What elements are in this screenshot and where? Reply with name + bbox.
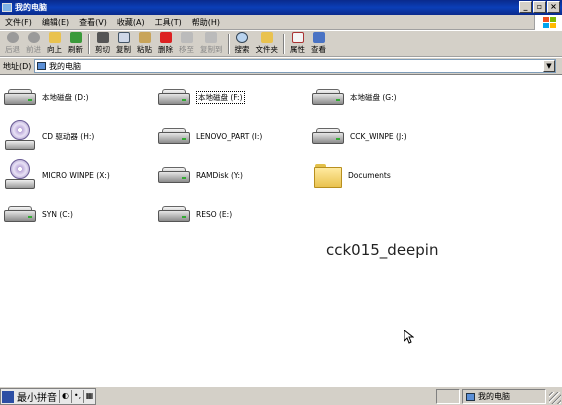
my-computer-icon — [2, 3, 12, 12]
menu-favorites[interactable]: 收藏(A) — [112, 17, 150, 28]
delete-x-icon — [159, 32, 172, 43]
up-button[interactable]: 向上 — [44, 32, 65, 56]
cd-drive-icon — [4, 120, 36, 152]
refresh-icon — [69, 32, 82, 43]
back-button[interactable]: 后退 — [2, 32, 23, 56]
up-folder-icon — [48, 32, 61, 43]
scissors-icon — [96, 32, 109, 43]
drive-item[interactable]: CCK_WINPE (J:) — [312, 120, 407, 152]
hard-drive-icon — [4, 206, 36, 222]
ime-name: 最小拼音 — [17, 393, 57, 404]
folder-icon — [314, 162, 342, 188]
cut-button[interactable]: 剪切 — [92, 32, 113, 56]
hard-drive-icon — [158, 206, 190, 222]
properties-icon — [291, 32, 304, 43]
copy-to-button[interactable]: 复制到 — [197, 32, 226, 56]
title-bar[interactable]: 我的电脑 _ ▫ × — [0, 0, 562, 15]
watermark-text: cck015_deepin — [326, 241, 439, 259]
menu-help[interactable]: 帮助(H) — [187, 17, 225, 28]
toolbar-separator — [283, 33, 285, 54]
minimize-button[interactable]: _ — [519, 1, 532, 13]
drive-item[interactable]: 本地磁盘 (D:) — [4, 81, 89, 113]
folder-item[interactable]: Documents — [314, 159, 391, 191]
restore-button[interactable]: ▫ — [533, 1, 546, 13]
menu-bar: 文件(F) 编辑(E) 查看(V) 收藏(A) 工具(T) 帮助(H) — [0, 15, 562, 30]
drive-item[interactable]: 本地磁盘 (F:) — [158, 81, 245, 113]
hard-drive-icon — [158, 167, 190, 183]
move-to-icon — [180, 32, 193, 43]
delete-button[interactable]: 删除 — [155, 32, 176, 56]
move-to-button[interactable]: 移至 — [176, 32, 197, 56]
chevron-down-icon[interactable]: ▼ — [543, 60, 555, 72]
back-arrow-icon — [6, 32, 19, 43]
folders-button[interactable]: 文件夹 — [253, 32, 282, 56]
drive-item[interactable]: 本地磁盘 (G:) — [312, 81, 397, 113]
forward-button[interactable]: 前进 — [23, 32, 44, 56]
my-computer-icon — [466, 392, 475, 401]
address-label: 地址(D) — [3, 61, 32, 71]
forward-arrow-icon — [27, 32, 40, 43]
hard-drive-icon — [158, 128, 190, 144]
copy-button[interactable]: 复制 — [113, 32, 134, 56]
status-bar: 最小拼音 ◐ •, ▦ 我的电脑 — [0, 386, 562, 405]
views-button[interactable]: 查看 — [308, 32, 329, 56]
cd-drive-icon — [4, 159, 36, 191]
drive-item[interactable]: SYN (C:) — [4, 198, 73, 230]
punctuation-icon[interactable]: •, — [71, 390, 83, 403]
cd-drive-item[interactable]: CD 驱动器 (H:) — [4, 120, 94, 152]
address-input[interactable]: 我的电脑 ▼ — [34, 59, 556, 73]
drive-item[interactable]: RESO (E:) — [158, 198, 232, 230]
copy-icon — [117, 32, 130, 43]
toolbar-separator — [88, 33, 90, 54]
status-location: 我的电脑 — [478, 392, 510, 401]
drive-item[interactable]: RAMDisk (Y:) — [158, 159, 243, 191]
file-view[interactable]: 本地磁盘 (D:) 本地磁盘 (F:) 本地磁盘 (G:) CD 驱动器 (H:… — [0, 76, 562, 386]
status-location-panel: 我的电脑 — [462, 389, 546, 404]
windows-logo-icon — [534, 15, 562, 30]
hard-drive-icon — [312, 89, 344, 105]
paste-clipboard-icon — [138, 32, 151, 43]
cd-drive-item[interactable]: MICRO WINPE (X:) — [4, 159, 110, 191]
resize-grip[interactable] — [549, 392, 561, 404]
folder-icon — [260, 32, 273, 43]
window-title: 我的电脑 — [15, 3, 47, 12]
copy-to-icon — [205, 32, 218, 43]
search-icon — [236, 32, 248, 43]
menu-file[interactable]: 文件(F) — [0, 17, 37, 28]
close-button[interactable]: × — [547, 1, 560, 13]
toolbar-separator — [227, 33, 230, 54]
menu-edit[interactable]: 编辑(E) — [37, 17, 74, 28]
status-panel — [436, 389, 460, 404]
ime-bar[interactable]: 最小拼音 ◐ •, ▦ — [0, 388, 96, 405]
toolbar: 后退 前进 向上 刷新 剪切 复制 粘贴 删除 移至 复制到 搜索 文件夹 属性… — [0, 31, 562, 57]
half-width-moon-icon[interactable]: ◐ — [59, 390, 71, 403]
my-computer-icon — [37, 62, 46, 70]
hard-drive-icon — [158, 89, 190, 105]
menu-view[interactable]: 查看(V) — [74, 17, 112, 28]
properties-button[interactable]: 属性 — [287, 32, 308, 56]
hard-drive-icon — [312, 128, 344, 144]
menu-tools[interactable]: 工具(T) — [150, 17, 187, 28]
views-grid-icon — [312, 32, 325, 43]
ime-logo-icon — [2, 390, 14, 403]
soft-keyboard-icon[interactable]: ▦ — [83, 390, 95, 403]
refresh-button[interactable]: 刷新 — [65, 32, 86, 56]
address-bar: 地址(D) 我的电脑 ▼ — [0, 58, 562, 75]
hard-drive-icon — [4, 89, 36, 105]
drive-item[interactable]: LENOVO_PART (I:) — [158, 120, 262, 152]
paste-button[interactable]: 粘贴 — [134, 32, 155, 56]
search-button[interactable]: 搜索 — [232, 32, 253, 56]
address-value: 我的电脑 — [49, 61, 81, 71]
